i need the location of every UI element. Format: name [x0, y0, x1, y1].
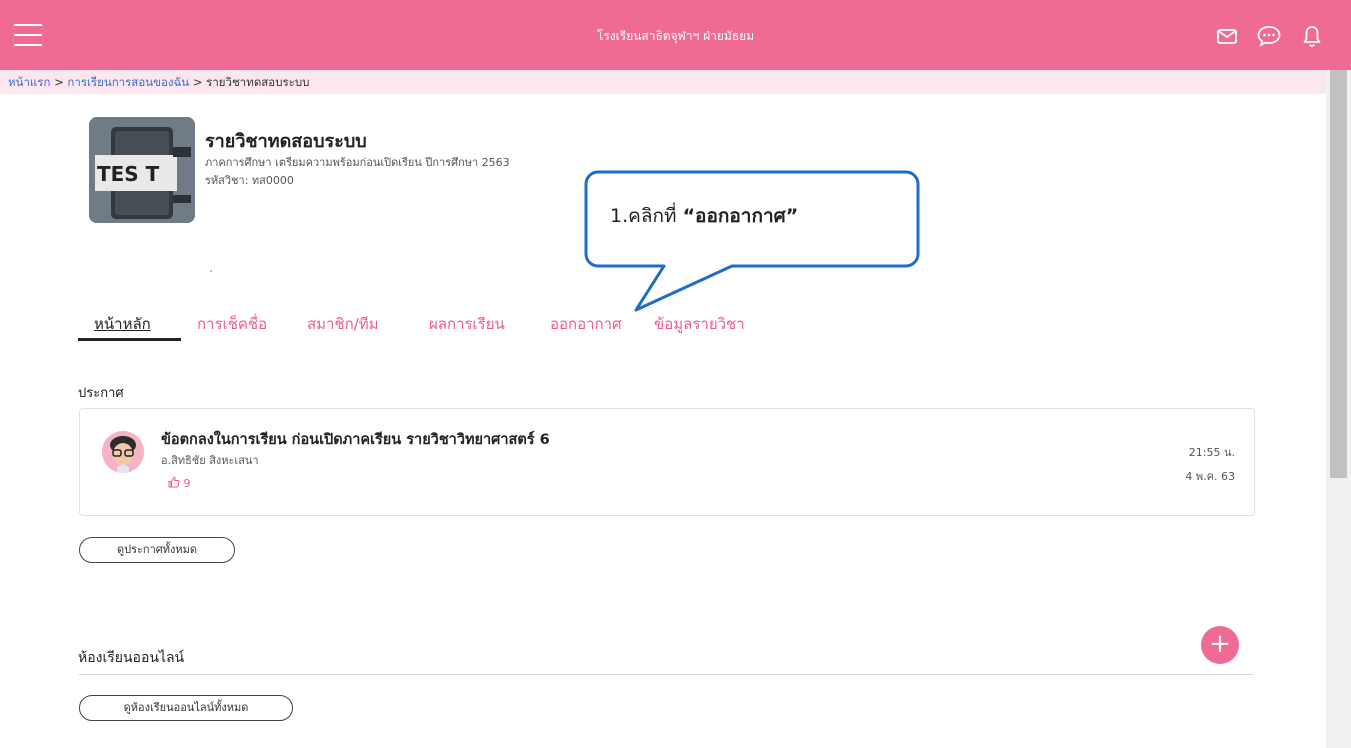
course-code: รหัสวิชา: ทส0000 — [205, 174, 294, 187]
announcements-heading: ประกาศ — [78, 386, 124, 401]
callout-text: 1.คลิกที่ “ออกอากาศ” — [610, 201, 798, 231]
active-tab-indicator — [78, 338, 181, 341]
tab-grades[interactable]: ผลการเรียน — [429, 312, 505, 336]
announcement-author: อ.สิทธิชัย สิงหะเสนา — [161, 454, 259, 467]
announcement-time: 21:55 น. — [1188, 446, 1235, 459]
mail-icon[interactable] — [1215, 24, 1239, 48]
add-online-class-button[interactable]: + — [1201, 626, 1239, 664]
course-title: รายวิชาทดสอบระบบ — [205, 131, 367, 152]
instruction-callout — [584, 170, 920, 312]
tab-home[interactable]: หน้าหลัก — [94, 312, 151, 336]
school-title: โรงเรียนสาธิตจุฬาฯ ฝ่ายมัธยม — [596, 29, 755, 43]
course-image: TES T — [89, 117, 195, 223]
course-image-text: TES T — [97, 162, 160, 186]
breadcrumb-home[interactable]: หน้าแรก — [8, 75, 50, 89]
announcement-title[interactable]: ข้อตกลงในการเรียน ก่อนเปิดภาคเรียน รายวิ… — [161, 428, 550, 451]
view-all-online-classes-button[interactable]: ดูห้องเรียนออนไลน์ทั้งหมด — [79, 695, 293, 721]
section-divider — [79, 674, 1253, 675]
course-term: ภาคการศึกษา เตรียมความพร้อมก่อนเปิดเรียน… — [205, 156, 510, 169]
breadcrumb-current: รายวิชาทดสอบระบบ — [206, 75, 310, 89]
callout-target: “ออกอากาศ” — [682, 205, 799, 227]
breadcrumb-separator: > — [54, 75, 64, 89]
author-avatar — [102, 431, 144, 473]
course-dot: ` — [209, 270, 214, 281]
like-count[interactable]: 9 — [168, 476, 191, 490]
bell-icon[interactable] — [1301, 24, 1325, 48]
view-all-announcements-button[interactable]: ดูประกาศทั้งหมด — [79, 537, 235, 563]
callout-prefix: 1.คลิกที่ — [610, 205, 683, 227]
like-count-value: 9 — [183, 477, 191, 490]
tab-attendance[interactable]: การเช็คชื่อ — [197, 312, 267, 336]
announcement-date: 4 พ.ค. 63 — [1185, 470, 1235, 483]
chat-icon[interactable] — [1256, 24, 1281, 48]
breadcrumb: หน้าแรก > การเรียนการสอนของฉัน > รายวิชา… — [0, 70, 1326, 94]
top-bar: โรงเรียนสาธิตจุฬาฯ ฝ่ายมัธยม — [0, 0, 1351, 70]
breadcrumb-separator: > — [192, 75, 203, 89]
tab-members[interactable]: สมาชิก/ทีม — [307, 312, 379, 336]
scrollbar-thumb[interactable] — [1330, 70, 1347, 478]
thumbs-up-icon — [168, 476, 180, 488]
breadcrumb-my-courses[interactable]: การเรียนการสอนของฉัน — [67, 75, 189, 89]
online-classes-heading: ห้องเรียนออนไลน์ — [78, 650, 185, 666]
